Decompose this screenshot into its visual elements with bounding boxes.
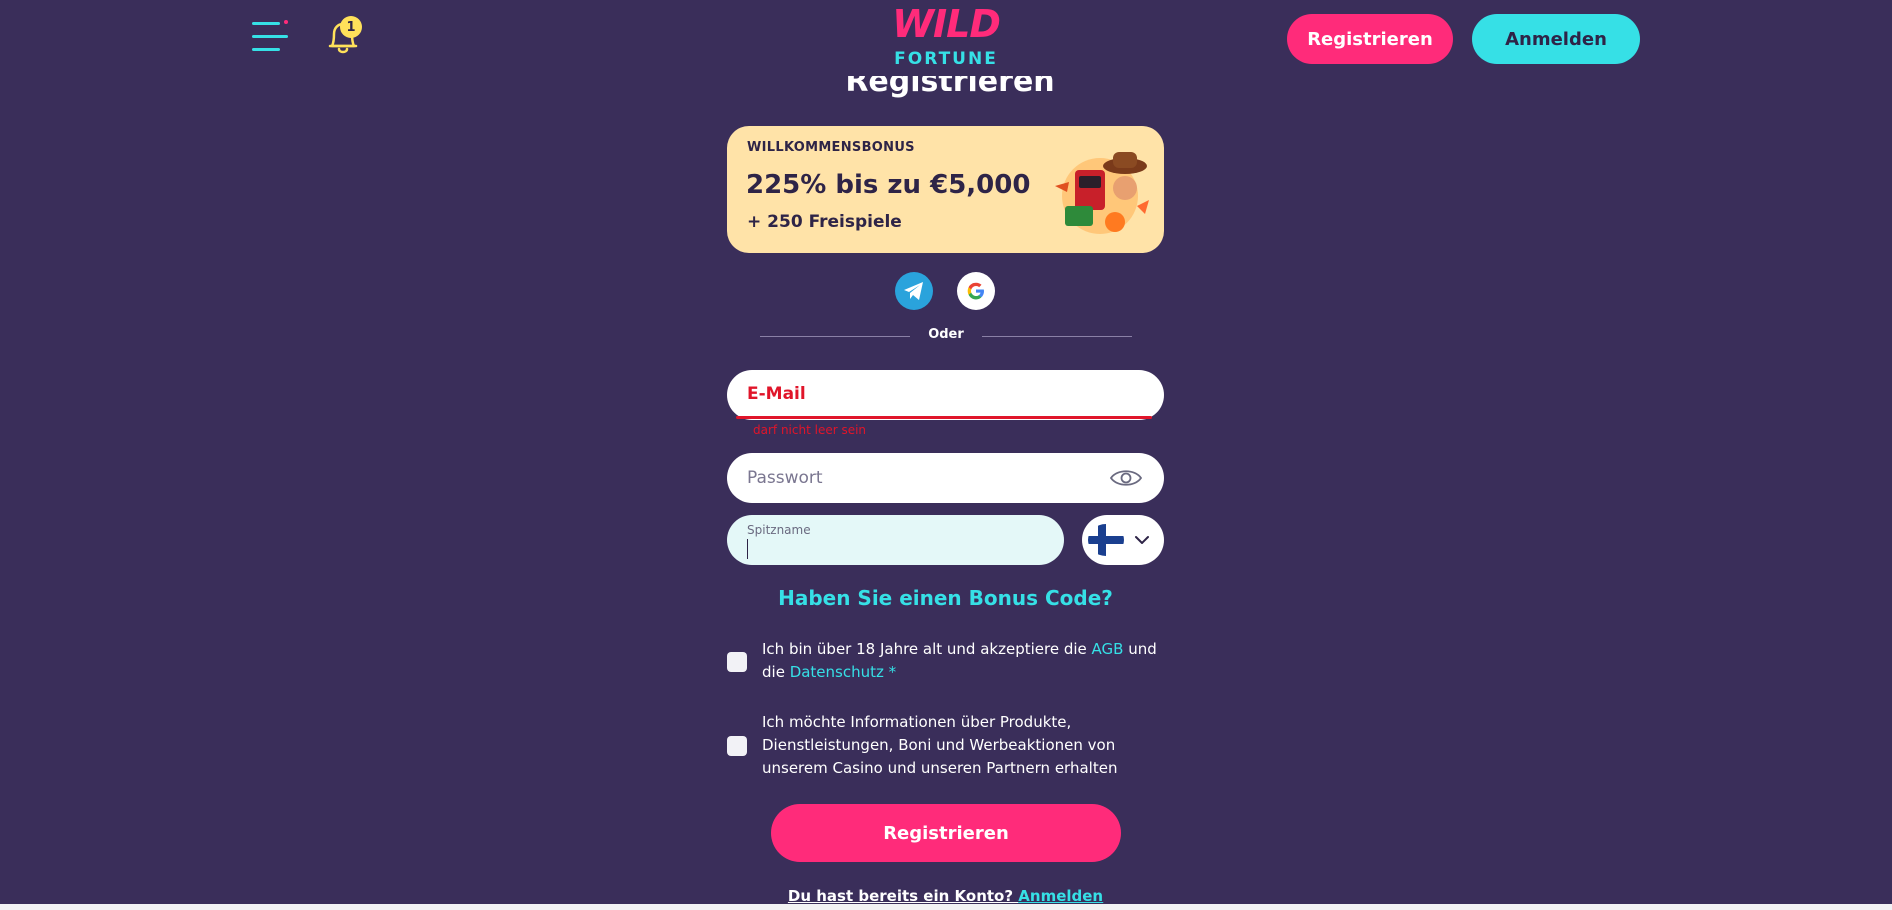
email-label: E-Mail <box>747 384 806 404</box>
notification-badge: 1 <box>340 16 362 38</box>
bonus-amount: 225% bis zu €5,000 <box>746 170 1031 200</box>
header-login-button[interactable]: Anmelden <box>1472 14 1640 64</box>
terms-text-before: Ich bin über 18 Jahre alt und akzeptiere… <box>762 640 1092 658</box>
divider-label: Oder <box>928 327 964 342</box>
google-icon <box>967 282 984 300</box>
terms-checkbox[interactable] <box>727 652 747 672</box>
header-register-button[interactable]: Registrieren <box>1287 14 1453 64</box>
telegram-icon <box>904 282 923 300</box>
telegram-login-button[interactable] <box>895 272 933 310</box>
password-field[interactable]: Passwort <box>727 453 1164 503</box>
text-cursor <box>747 539 748 559</box>
divider-line-left <box>760 336 910 337</box>
have-account-text: Du hast bereits ein Konto? <box>787 887 1019 905</box>
finland-flag-icon <box>1088 524 1124 556</box>
email-error-underline <box>736 416 1152 419</box>
page-title: Registrieren <box>845 76 1055 99</box>
email-field[interactable]: E-Mail <box>727 370 1164 420</box>
bonus-free-spins: + 250 Freispiele <box>747 212 902 232</box>
privacy-link[interactable]: Datenschutz * <box>790 663 896 681</box>
menu-icon[interactable] <box>250 20 290 56</box>
terms-text: Ich bin über 18 Jahre alt und akzeptiere… <box>762 638 1162 684</box>
nickname-field[interactable]: Spitzname <box>727 515 1064 565</box>
chevron-down-icon <box>1135 536 1149 544</box>
agb-link[interactable]: AGB <box>1092 640 1124 658</box>
logo-fortune-text: FORTUNE <box>894 49 998 69</box>
divider-line-right <box>982 336 1132 337</box>
page-title-clip: Registrieren <box>800 76 1100 106</box>
login-link[interactable]: Anmelden <box>1018 887 1103 905</box>
country-selector[interactable] <box>1082 515 1164 565</box>
marketing-checkbox[interactable] <box>727 736 747 756</box>
nickname-label: Spitzname <box>747 523 811 537</box>
bonus-illustration-icon <box>1045 136 1155 246</box>
logo-wild-text: WILD <box>892 2 1001 46</box>
have-account-line: Du hast bereits ein Konto? Anmelden <box>727 887 1164 905</box>
google-login-button[interactable] <box>957 272 995 310</box>
bottom-edge <box>0 904 1892 910</box>
eye-icon[interactable] <box>1109 467 1143 489</box>
bonus-label: WILLKOMMENSBONUS <box>747 140 915 155</box>
welcome-bonus-card: WILLKOMMENSBONUS 225% bis zu €5,000 + 25… <box>727 126 1164 253</box>
email-error-message: darf nicht leer sein <box>753 423 867 437</box>
register-submit-button[interactable]: Registrieren <box>771 804 1121 862</box>
marketing-text: Ich möchte Informationen über Produkte, … <box>762 713 1118 777</box>
bonus-code-link[interactable]: Haben Sie einen Bonus Code? <box>727 586 1164 610</box>
password-placeholder: Passwort <box>747 468 823 488</box>
logo[interactable]: WILD FORTUNE <box>890 4 1002 76</box>
